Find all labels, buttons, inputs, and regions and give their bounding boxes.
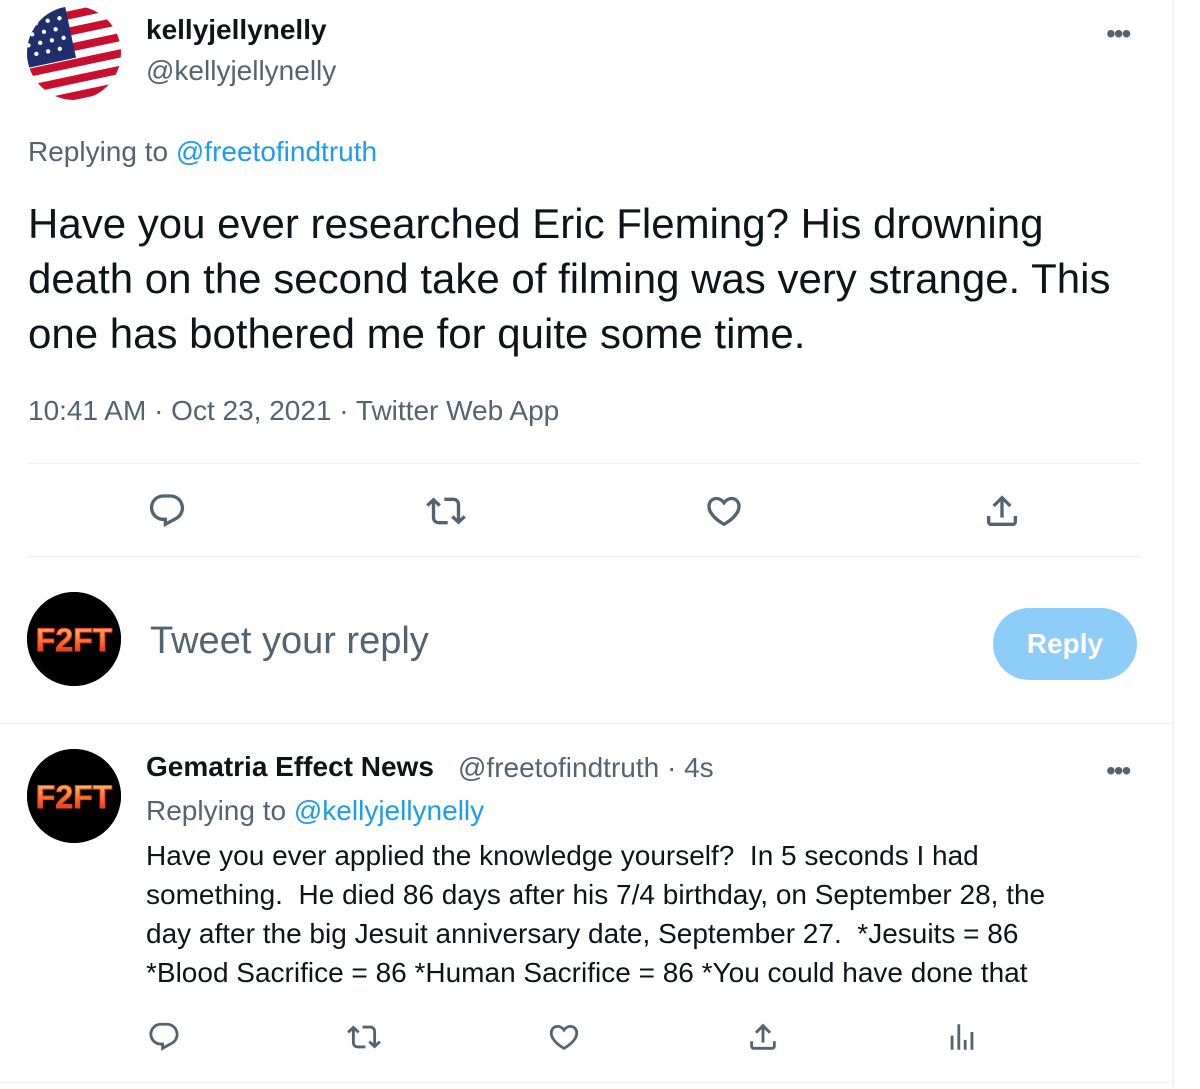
analytics-icon[interactable]: [944, 1019, 980, 1055]
composer-avatar[interactable]: F2FT: [27, 592, 121, 686]
replying-to-mention[interactable]: @freetofindtruth: [176, 136, 377, 167]
reply-author-avatar[interactable]: F2FT: [27, 749, 121, 843]
divider: [0, 1082, 1172, 1083]
divider: [28, 556, 1140, 557]
avatar-logo-text: F2FT: [36, 779, 113, 815]
replying-prefix: Replying to: [146, 795, 294, 826]
divider: [28, 463, 1140, 464]
more-options-icon[interactable]: •••: [1106, 755, 1131, 787]
retweet-icon[interactable]: [346, 1019, 382, 1055]
like-icon[interactable]: [546, 1019, 582, 1055]
reply-author-meta[interactable]: @freetofindtruth · 4s: [458, 752, 714, 784]
retweet-icon[interactable]: [424, 489, 468, 533]
reply-icon[interactable]: [146, 1019, 182, 1055]
avatar-logo-text: F2FT: [36, 622, 113, 658]
replying-to-mention[interactable]: @kellyjellynelly: [294, 795, 484, 826]
replying-to-line: Replying to @freetofindtruth: [28, 136, 377, 168]
more-options-icon[interactable]: •••: [1106, 18, 1131, 50]
reply-author-name[interactable]: Gematria Effect News: [146, 751, 434, 783]
tweet-timestamp[interactable]: 10:41 AM · Oct 23, 2021 · Twitter Web Ap…: [28, 395, 559, 427]
like-icon[interactable]: [702, 489, 746, 533]
tweet-text: Have you ever researched Eric Fleming? H…: [28, 200, 1111, 357]
reply-button[interactable]: Reply: [993, 608, 1137, 680]
author-name[interactable]: kellyjellynelly: [146, 14, 327, 46]
reply-input[interactable]: Tweet your reply: [150, 620, 429, 663]
divider: [0, 723, 1172, 724]
share-icon[interactable]: [980, 489, 1024, 533]
reply-tweet-text: Have you ever applied the knowledge your…: [146, 840, 1046, 988]
us-flag-avatar[interactable]: [27, 6, 121, 100]
reply-icon[interactable]: [145, 489, 189, 533]
replying-prefix: Replying to: [28, 136, 176, 167]
share-icon[interactable]: [745, 1019, 781, 1055]
replying-to-line: Replying to @kellyjellynelly: [146, 795, 484, 827]
timeline-right-border: [1172, 0, 1174, 1089]
author-handle[interactable]: @kellyjellynelly: [146, 55, 336, 87]
